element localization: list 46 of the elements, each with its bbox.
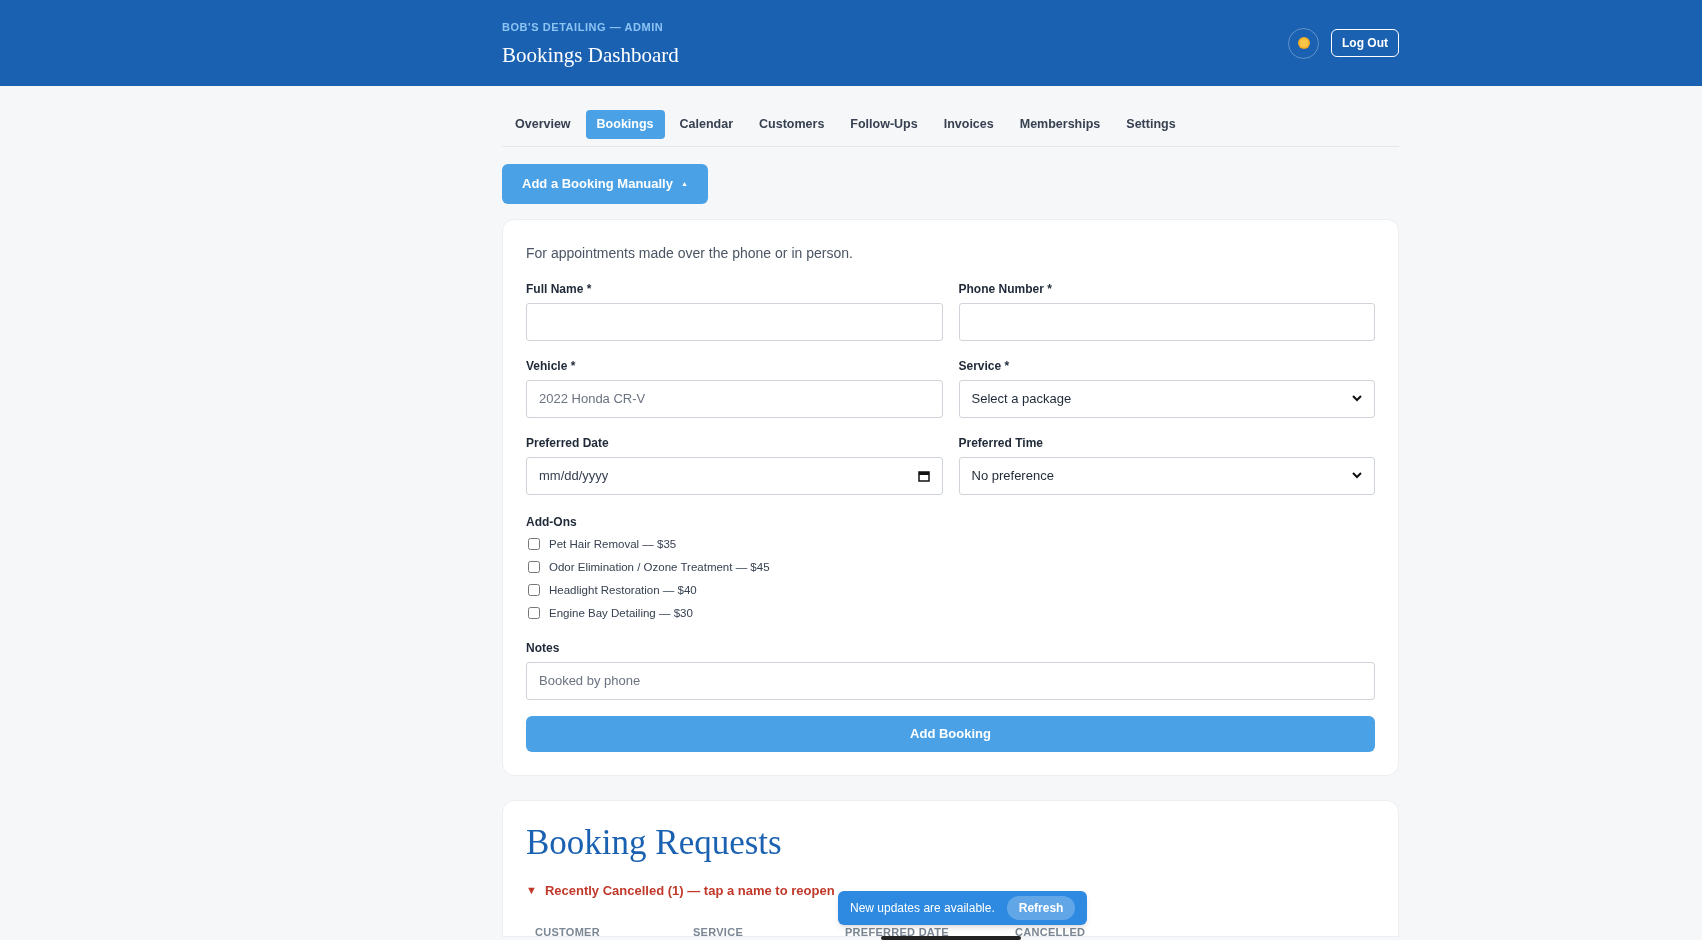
section-title: Booking Requests [526, 821, 783, 864]
nav-tab[interactable]: Memberships [1008, 110, 1112, 139]
nav-tab[interactable]: Customers [748, 110, 836, 139]
field-label: Service * [958, 358, 1011, 373]
select-field[interactable]: Select a package [958, 379, 1375, 418]
form-intro: For appointments made over the phone or in person. [526, 243, 854, 262]
input-field[interactable] [958, 302, 1375, 341]
column-header: CANCELLED [1015, 925, 1087, 936]
nav-tab[interactable]: Overview [504, 110, 582, 139]
column-header: CUSTOMER [535, 925, 601, 936]
cancelled-toggle-link[interactable]: Recently Cancelled (1) — tap a name to reopen [544, 880, 835, 900]
field-label: Preferred Time [958, 435, 1044, 450]
nav-tab[interactable]: Follow-Ups [839, 110, 929, 139]
chevron-down-icon [1352, 395, 1362, 403]
calendar-icon [917, 469, 930, 482]
field-label: Preferred Date [526, 435, 610, 450]
checkbox[interactable] [528, 583, 540, 596]
toast-message: New updates are available. [850, 900, 995, 917]
checkbox[interactable] [528, 560, 540, 573]
log-out-button[interactable]: Log Out [1331, 29, 1399, 57]
sun-icon [1296, 36, 1311, 50]
checkbox-label: Engine Bay Detailing — $30 [549, 605, 693, 620]
addons-label: Add-Ons [526, 514, 578, 529]
checkbox-label: Headlight Restoration — $40 [549, 582, 697, 597]
input-field[interactable]: 2022 Honda CR-V [526, 379, 943, 418]
column-header: PREFERRED DATE [845, 925, 950, 936]
nav-tab[interactable]: Calendar [668, 110, 745, 139]
date-field[interactable]: mm/dd/yyyy [526, 456, 943, 495]
column-header: SERVICE [693, 925, 745, 936]
chevron-down-icon [1352, 472, 1362, 480]
nav-tab[interactable]: Settings [1115, 110, 1187, 139]
input-field[interactable] [526, 302, 943, 341]
page-title: Bookings Dashboard [502, 41, 679, 69]
select-field[interactable]: No preference [958, 456, 1375, 495]
checkbox[interactable] [528, 606, 540, 619]
checkbox[interactable] [528, 537, 540, 550]
field-label: Notes [526, 640, 561, 655]
triangle-icon: ▼ [526, 882, 537, 899]
checkbox-label: Pet Hair Removal — $35 [549, 536, 677, 551]
field-label: Vehicle * [526, 358, 577, 373]
admin-label: BOB'S DETAILING — ADMIN [502, 20, 665, 35]
notes-field[interactable]: Booked by phone [526, 661, 1375, 700]
field-label: Phone Number * [958, 281, 1053, 296]
nav-tab[interactable]: Invoices [932, 110, 1005, 139]
field-label: Full Name * [526, 281, 593, 296]
checkbox-label: Odor Elimination / Ozone Treatment — $45 [549, 559, 770, 574]
